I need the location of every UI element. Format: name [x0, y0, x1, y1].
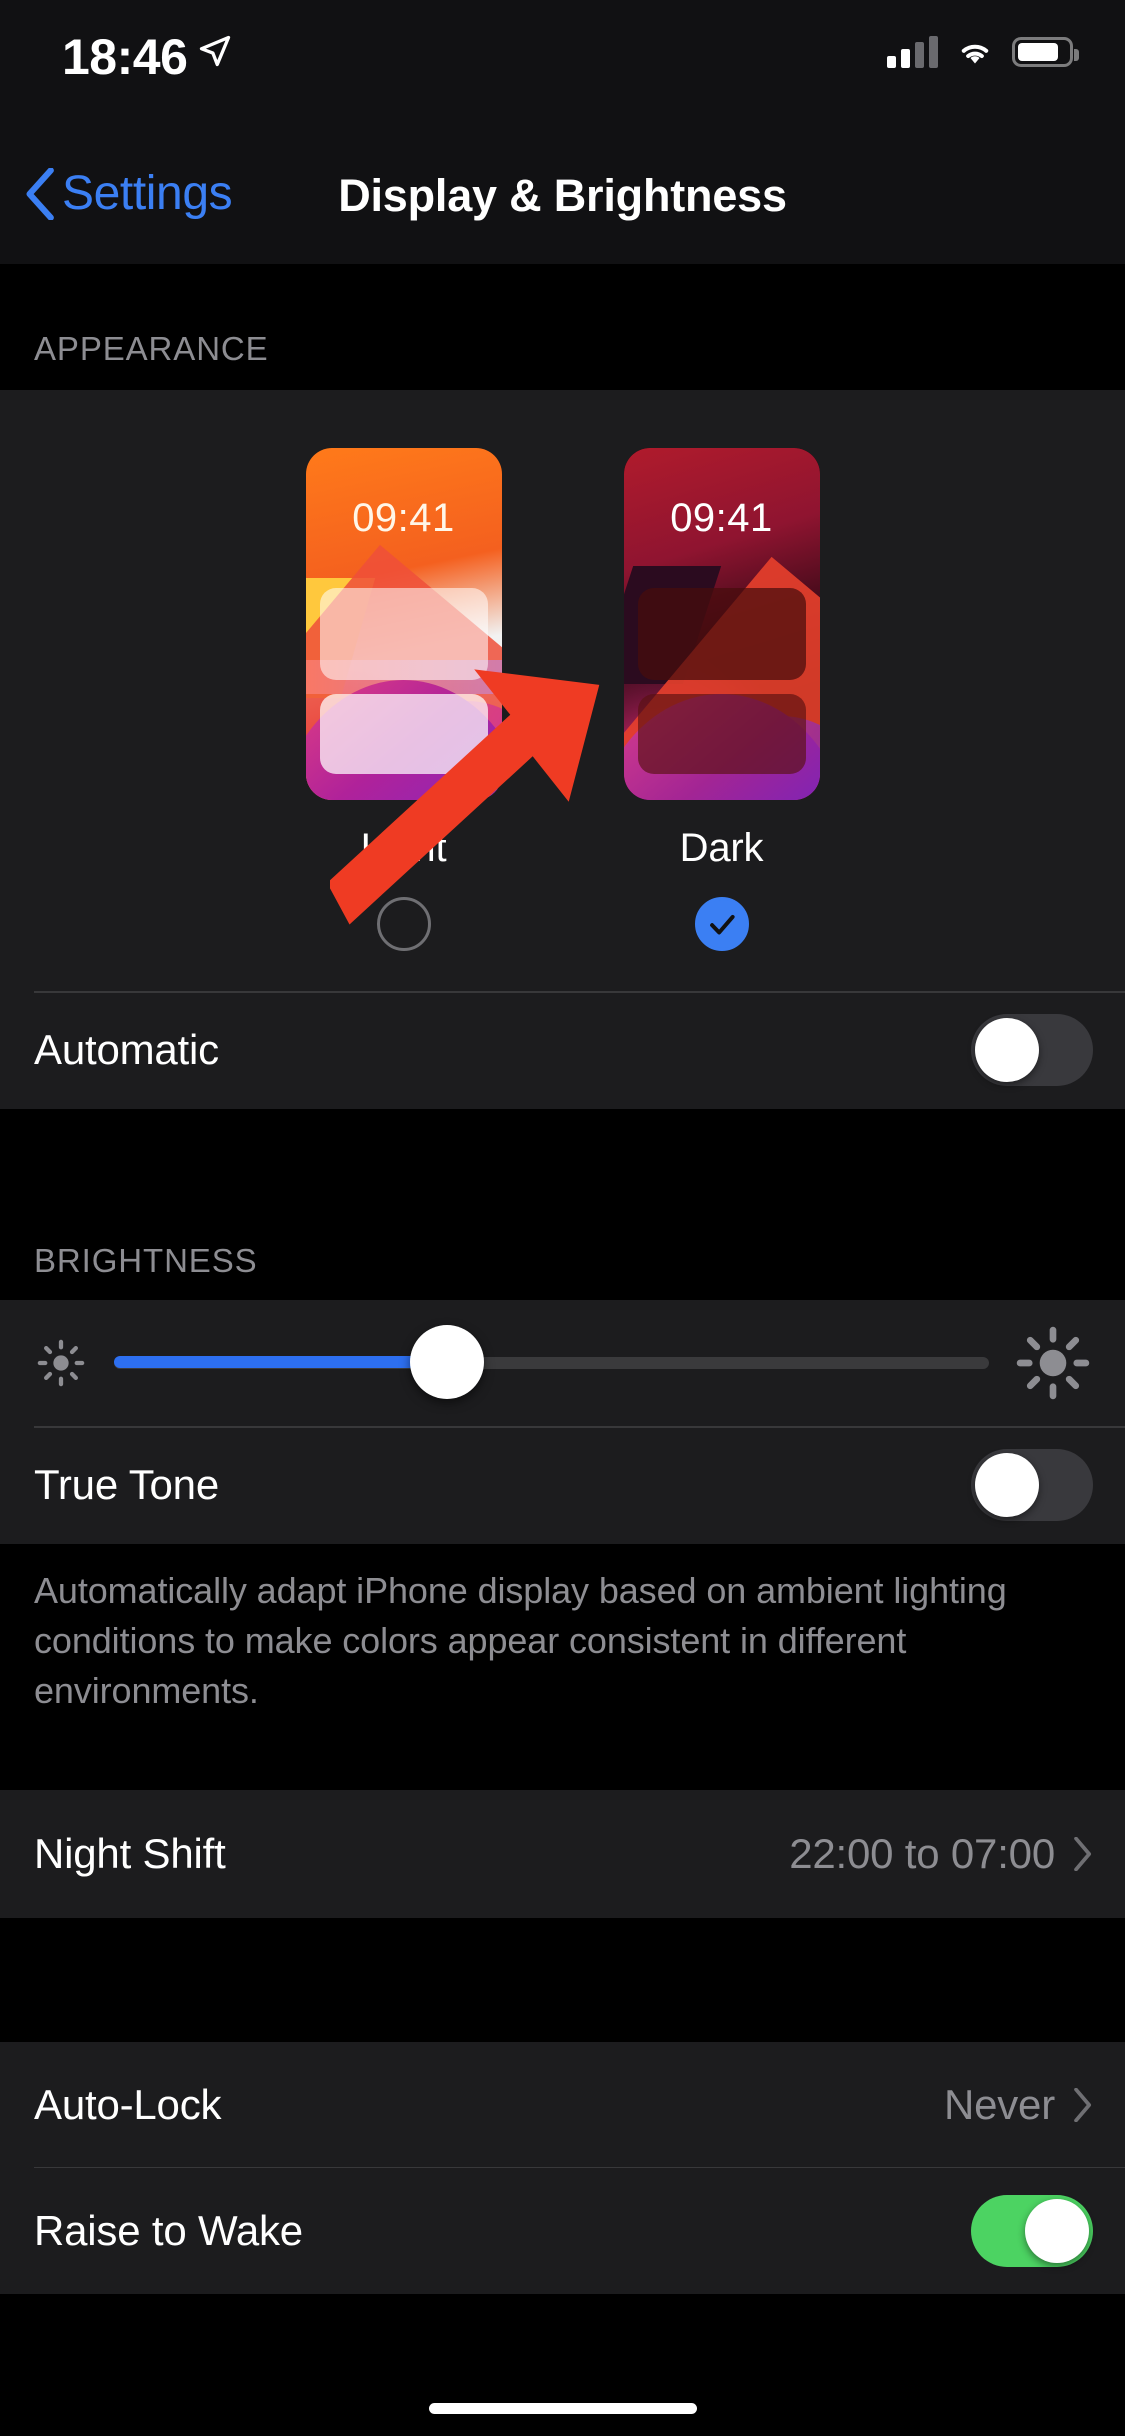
- dark-preview-card-1: [638, 588, 806, 680]
- auto-lock-value: Never: [944, 2081, 1055, 2129]
- brightness-section-header: BRIGHTNESS: [0, 1242, 258, 1280]
- night-shift-row[interactable]: Night Shift 22:00 to 07:00: [0, 1790, 1125, 1918]
- navigation-bar: Settings Display & Brightness: [0, 132, 1125, 264]
- true-tone-toggle[interactable]: [971, 1449, 1093, 1521]
- appearance-picker: 09:41 Light: [0, 390, 1125, 1109]
- status-bar: 18:46: [0, 0, 1125, 132]
- light-theme-label: Light: [361, 826, 447, 871]
- cellular-bars-icon: [887, 36, 938, 68]
- chevron-right-icon: [1073, 2088, 1093, 2122]
- brightness-track[interactable]: [114, 1356, 989, 1370]
- raise-to-wake-toggle[interactable]: [971, 2195, 1093, 2267]
- light-preview-clock: 09:41: [306, 496, 502, 541]
- brightness-slider-knob[interactable]: [410, 1325, 484, 1399]
- light-theme-radio[interactable]: [377, 897, 431, 951]
- appearance-option-dark[interactable]: 09:41 Dark: [624, 448, 820, 951]
- brightness-group: True Tone: [0, 1300, 1125, 1544]
- true-tone-row[interactable]: True Tone: [0, 1426, 1125, 1544]
- brightness-slider-row[interactable]: [0, 1300, 1125, 1426]
- auto-lock-row[interactable]: Auto-Lock Never: [0, 2042, 1125, 2168]
- dark-theme-radio[interactable]: [695, 897, 749, 951]
- raise-to-wake-row[interactable]: Raise to Wake: [0, 2168, 1125, 2294]
- dark-preview-card-2: [638, 694, 806, 774]
- true-tone-label: True Tone: [34, 1461, 219, 1509]
- automatic-row[interactable]: Automatic: [0, 991, 1125, 1109]
- brightness-low-icon: [34, 1336, 88, 1390]
- automatic-label: Automatic: [34, 1026, 219, 1074]
- status-bar-time: 18:46: [62, 28, 187, 86]
- status-bar-indicators: [887, 30, 1073, 74]
- night-shift-group: Night Shift 22:00 to 07:00: [0, 1790, 1125, 1918]
- wifi-icon: [954, 36, 996, 68]
- appearance-option-light[interactable]: 09:41 Light: [306, 448, 502, 951]
- location-arrow-icon: [197, 32, 233, 70]
- autolock-section: Auto-Lock Never Raise to Wake: [0, 2042, 1125, 2294]
- automatic-toggle[interactable]: [971, 1014, 1093, 1086]
- chevron-right-icon: [1073, 1837, 1093, 1871]
- night-shift-section: Night Shift 22:00 to 07:00: [0, 1790, 1125, 1918]
- dark-preview-clock: 09:41: [624, 496, 820, 541]
- night-shift-value: 22:00 to 07:00: [789, 1830, 1055, 1878]
- raise-to-wake-label: Raise to Wake: [34, 2207, 303, 2255]
- page-title: Display & Brightness: [0, 170, 1125, 222]
- auto-lock-label: Auto-Lock: [34, 2081, 221, 2129]
- battery-icon: [1012, 37, 1073, 67]
- iphone-screen: 18:46 Settings Display & Brightness APPE…: [0, 0, 1125, 2436]
- brightness-section: BRIGHTNESS: [0, 1164, 1125, 1716]
- appearance-section: APPEARANCE 09:41: [0, 264, 1125, 1109]
- brightness-high-icon: [1015, 1325, 1091, 1401]
- appearance-section-header: APPEARANCE: [0, 330, 269, 368]
- autolock-group: Auto-Lock Never Raise to Wake: [0, 2042, 1125, 2294]
- light-preview-card-1: [320, 588, 488, 680]
- home-indicator[interactable]: [429, 2403, 697, 2414]
- light-preview-card-2: [320, 694, 488, 774]
- true-tone-footer-text: Automatically adapt iPhone display based…: [0, 1544, 1125, 1716]
- dark-theme-preview[interactable]: 09:41: [624, 448, 820, 800]
- light-theme-preview[interactable]: 09:41: [306, 448, 502, 800]
- dark-theme-label: Dark: [680, 826, 764, 871]
- checkmark-icon: [705, 907, 739, 941]
- night-shift-label: Night Shift: [34, 1830, 226, 1878]
